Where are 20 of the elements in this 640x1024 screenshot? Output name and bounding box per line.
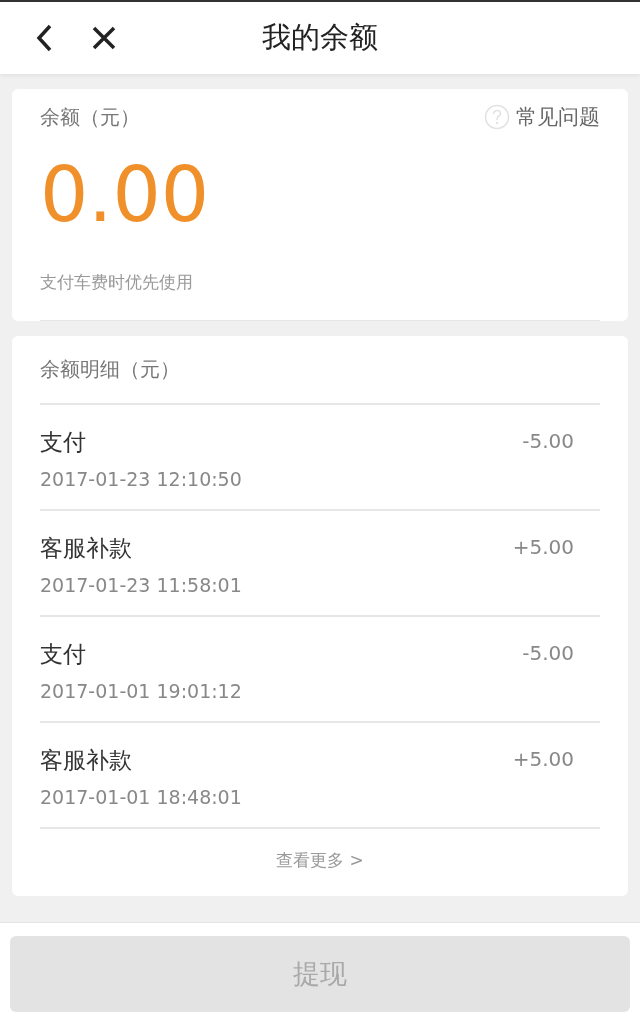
transaction-time: 2017-01-23 11:58:01 [40, 574, 242, 597]
transaction-name: 支付 [40, 428, 87, 458]
transaction-amount: -5.00 [522, 428, 574, 456]
transaction-amount: +5.00 [512, 746, 574, 774]
transaction-name: 支付 [40, 640, 87, 670]
transaction-time: 2017-01-23 12:10:50 [40, 468, 242, 491]
transaction-name: 客服补款 [40, 746, 133, 776]
help-icon [484, 104, 510, 131]
transaction-amount: +5.00 [512, 534, 574, 562]
transaction-name: 客服补款 [40, 534, 133, 564]
balance-note: 支付车费时优先使用 [40, 271, 600, 322]
transaction-time: 2017-01-01 18:48:01 [40, 786, 242, 809]
details-title: 余额明细（元） [40, 336, 600, 406]
view-more-link[interactable]: 查看更多 > [276, 829, 364, 897]
page-title: 我的余额 [262, 19, 378, 57]
balance-label: 余额（元） [40, 103, 140, 131]
balance-amount: 0.00 [40, 157, 211, 234]
faq-link[interactable]: 常见问题 [484, 103, 600, 132]
transaction-time: 2017-01-01 19:01:12 [40, 680, 242, 703]
transaction-amount: -5.00 [522, 640, 574, 668]
